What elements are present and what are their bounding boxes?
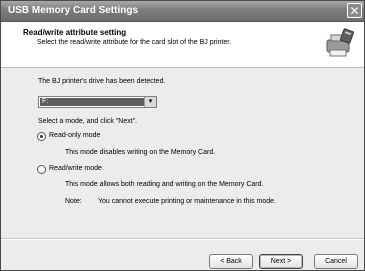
readwrite-radio[interactable] (37, 165, 46, 174)
note-label: Note: (65, 198, 82, 205)
wizard-content: The BJ printer's drive has been detected… (1, 68, 364, 270)
instruction-text: Select a mode, and click "Next". (38, 118, 138, 125)
note-text: You cannot execute printing or maintenan… (98, 198, 276, 205)
readonly-radio[interactable] (37, 132, 46, 141)
chevron-down-icon[interactable]: ▾ (144, 97, 156, 107)
wizard-header: Read/write attribute setting Select the … (1, 22, 364, 68)
readwrite-description: This mode allows both reading and writin… (65, 181, 264, 188)
header-subtitle: Select the read/write attribute for the … (37, 39, 232, 46)
printer-card-icon (326, 28, 354, 57)
readwrite-label[interactable]: Read/write mode (49, 165, 102, 172)
readonly-description: This mode disables writing on the Memory… (65, 149, 216, 156)
next-button[interactable]: Next > (259, 254, 303, 269)
close-icon: ✕ (349, 4, 360, 18)
readonly-label[interactable]: Read-only mode (49, 132, 100, 139)
drive-select[interactable]: F: ▾ (38, 96, 157, 108)
drive-detected-text: The BJ printer's drive has been detected… (38, 78, 166, 85)
cancel-button[interactable]: Cancel (314, 254, 358, 269)
footer-divider (1, 238, 364, 240)
dialog-window: USB Memory Card Settings ✕ Read/write at… (0, 0, 365, 271)
title-bar: USB Memory Card Settings ✕ (1, 1, 364, 22)
close-button[interactable]: ✕ (347, 3, 362, 18)
drive-select-value: F: (40, 98, 145, 106)
window-title: USB Memory Card Settings (8, 5, 139, 16)
back-button[interactable]: < Back (209, 254, 253, 269)
header-title: Read/write attribute setting (23, 28, 127, 37)
